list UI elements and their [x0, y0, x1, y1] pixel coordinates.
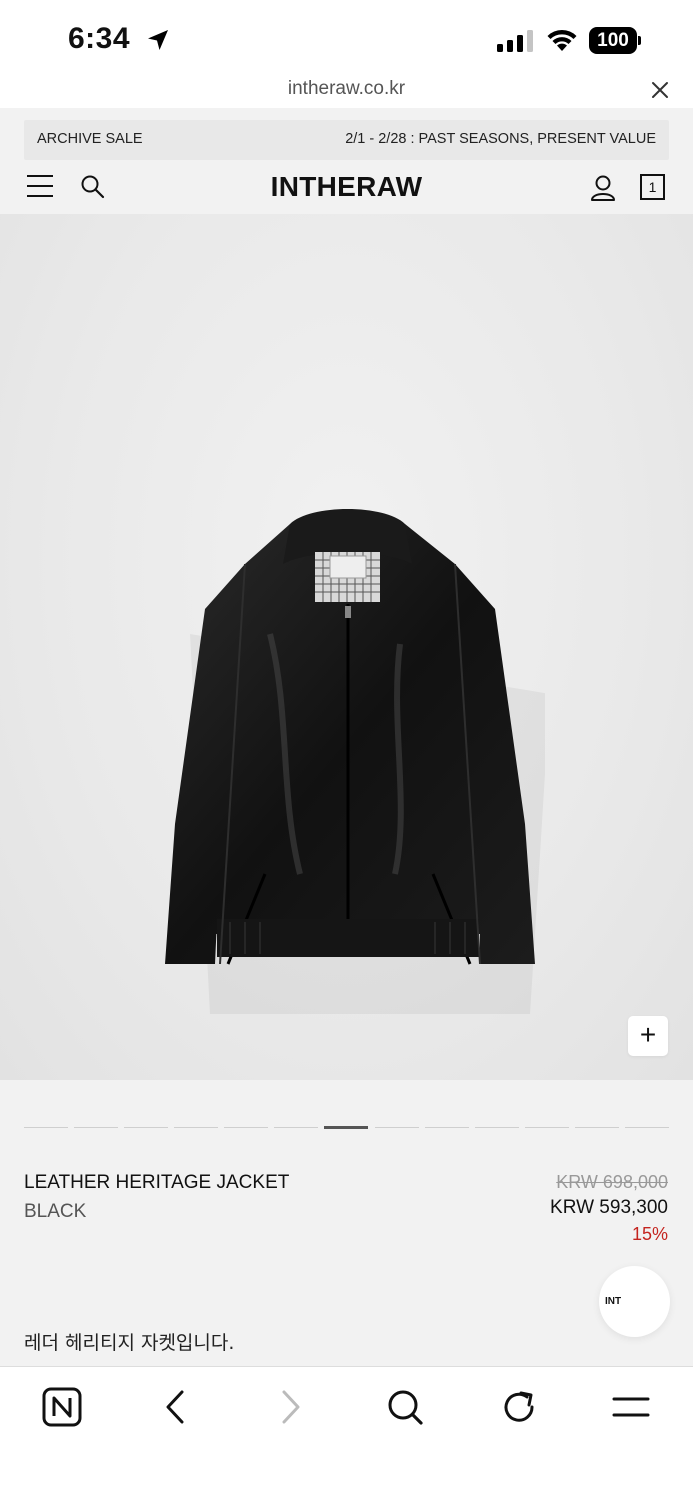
product-description: 레더 헤리티지 자켓입니다.: [24, 1332, 235, 1354]
browser-url-bar: intheraw.co.kr: [0, 74, 693, 108]
cellular-signal-icon: [497, 30, 533, 52]
product-image[interactable]: +: [0, 214, 693, 1080]
close-icon[interactable]: [650, 80, 670, 100]
battery-indicator: 100: [589, 27, 641, 54]
gallery-dot[interactable]: [24, 1127, 68, 1128]
location-arrow-icon: [148, 30, 168, 50]
gallery-dot[interactable]: [174, 1127, 219, 1128]
naver-home-icon[interactable]: [42, 1387, 82, 1427]
account-icon[interactable]: [590, 174, 616, 202]
menu-icon[interactable]: [611, 1387, 651, 1427]
product-name: LEATHER HERITAGE JACKET: [24, 1172, 290, 1193]
page-content: ARCHIVE SALE 2/1 - 2/28 : PAST SEASONS, …: [0, 108, 693, 1366]
gallery-dot-active[interactable]: [324, 1126, 369, 1129]
gallery-dot[interactable]: [424, 1127, 469, 1128]
back-icon[interactable]: [160, 1387, 190, 1427]
forward-icon[interactable]: [276, 1387, 306, 1427]
status-time: 6:34: [68, 22, 131, 55]
banner-subtitle: 2/1 - 2/28 : PAST SEASONS, PRESENT VALUE: [345, 131, 656, 147]
site-header: INTHERAW 1: [0, 160, 693, 214]
battery-nub: [638, 36, 641, 45]
gallery-dot[interactable]: [224, 1127, 269, 1128]
status-bar: 6:34 100: [0, 0, 693, 74]
sale-price: KRW 593,300: [550, 1197, 668, 1218]
gallery-dot[interactable]: [474, 1127, 519, 1128]
gallery-dot[interactable]: [124, 1127, 169, 1128]
gallery-dot[interactable]: [574, 1127, 619, 1128]
search-icon[interactable]: [80, 174, 106, 200]
gallery-dot[interactable]: [374, 1127, 419, 1128]
chat-widget-button[interactable]: INT: [599, 1266, 670, 1337]
gallery-pagination: [24, 1126, 669, 1130]
browser-toolbar: [0, 1366, 693, 1500]
gallery-dot[interactable]: [74, 1127, 119, 1128]
leather-jacket-image: [165, 509, 545, 1014]
gallery-dot[interactable]: [524, 1127, 569, 1128]
gallery-dot[interactable]: [624, 1127, 669, 1128]
sale-banner[interactable]: ARCHIVE SALE 2/1 - 2/28 : PAST SEASONS, …: [24, 120, 669, 160]
discount-rate: 15%: [631, 1224, 668, 1244]
banner-title: ARCHIVE SALE: [37, 131, 143, 147]
url-text[interactable]: intheraw.co.kr: [0, 78, 693, 100]
cart-button[interactable]: 1: [640, 174, 665, 200]
search-icon[interactable]: [385, 1387, 425, 1427]
gallery-dot[interactable]: [274, 1127, 319, 1128]
product-color: BLACK: [24, 1201, 87, 1222]
refresh-icon[interactable]: [499, 1387, 539, 1427]
wifi-icon: [547, 29, 577, 51]
original-price: KRW 698,000: [556, 1172, 668, 1192]
zoom-button[interactable]: +: [628, 1016, 668, 1056]
hamburger-menu-icon[interactable]: [27, 175, 53, 197]
battery-level: 100: [589, 27, 637, 54]
